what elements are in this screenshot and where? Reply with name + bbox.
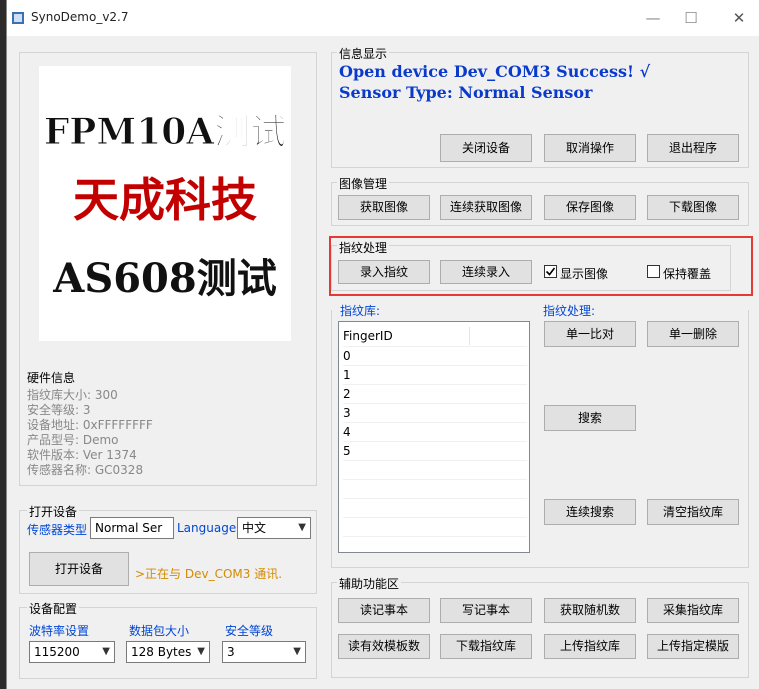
write-notepad-button[interactable]: 写记事本	[440, 598, 532, 623]
search-button[interactable]: 搜索	[544, 405, 636, 431]
list-item[interactable]: 1	[343, 366, 527, 385]
info-display-title: 信息显示	[337, 45, 390, 62]
get-image-button[interactable]: 获取图像	[338, 195, 430, 220]
language-label: Language	[177, 521, 237, 535]
chevron-down-icon: ▼	[197, 646, 205, 657]
aux-group	[331, 582, 749, 678]
continuous-get-image-button[interactable]: 连续获取图像	[440, 195, 532, 220]
download-library-button[interactable]: 下载指纹库	[440, 634, 532, 659]
baud-label: 波特率设置	[29, 624, 90, 638]
list-item[interactable]: 0	[343, 347, 527, 366]
download-image-button[interactable]: 下载图像	[647, 195, 739, 220]
list-item-empty	[343, 518, 527, 537]
hardware-title: 硬件信息	[27, 371, 76, 385]
security-select[interactable]: 3 ▼	[222, 641, 306, 663]
app-window: SynoDemo_v2.7 — ☐ ✕ FPM10A测试 天成科技 AS608测…	[6, 0, 759, 689]
device-config-title: 设备配置	[27, 600, 80, 617]
upload-template-button[interactable]: 上传指定模版	[647, 634, 739, 659]
logo-image: FPM10A测试 天成科技 AS608测试	[39, 66, 291, 341]
continuous-search-button[interactable]: 连续搜索	[544, 499, 636, 525]
save-image-button[interactable]: 保存图像	[544, 195, 636, 220]
get-random-button[interactable]: 获取随机数	[544, 598, 636, 623]
list-item[interactable]: 5	[343, 442, 527, 461]
logo-line2: 天成科技	[73, 173, 257, 227]
open-device-button[interactable]: 打开设备	[29, 552, 129, 586]
aux-title: 辅助功能区	[337, 575, 402, 592]
list-item-empty	[343, 499, 527, 518]
clear-library-button[interactable]: 清空指纹库	[647, 499, 739, 525]
list-item[interactable]: 2	[343, 385, 527, 404]
close-icon[interactable]: ✕	[729, 8, 749, 28]
image-mgmt-title: 图像管理	[337, 175, 390, 192]
logo-line1: FPM10A测试	[44, 111, 287, 153]
chevron-down-icon: ▼	[293, 646, 301, 657]
fp-library-list[interactable]: FingerID 0 1 2 3 4 5	[338, 321, 530, 553]
open-device-title: 打开设备	[27, 503, 80, 520]
window-title: SynoDemo_v2.7	[31, 10, 129, 24]
logo-line3: AS608测试	[52, 255, 276, 302]
list-item[interactable]: 3	[343, 404, 527, 423]
chevron-down-icon: ▼	[102, 646, 110, 657]
info-line-1: Open device Dev_COM3 Success! √	[339, 62, 651, 81]
read-notepad-button[interactable]: 读记事本	[338, 598, 430, 623]
app-icon	[12, 12, 24, 24]
single-compare-button[interactable]: 单一比对	[544, 321, 636, 347]
close-device-button[interactable]: 关闭设备	[440, 134, 532, 162]
connection-status: >正在与 Dev_COM3 通讯.	[135, 567, 283, 581]
title-bar: SynoDemo_v2.7 — ☐ ✕	[7, 0, 759, 36]
info-line-2: Sensor Type: Normal Sensor	[339, 83, 593, 102]
list-header: FingerID	[343, 325, 527, 347]
security-label: 安全等级	[225, 624, 274, 638]
list-item-empty	[343, 461, 527, 480]
baud-select[interactable]: 115200 ▼	[29, 641, 115, 663]
fp-ops-title: 指纹处理:	[543, 304, 596, 318]
upload-library-button[interactable]: 上传指纹库	[544, 634, 636, 659]
exit-program-button[interactable]: 退出程序	[647, 134, 739, 162]
chevron-down-icon: ▼	[298, 522, 306, 533]
hardware-line: 传感器名称: GC0328	[27, 463, 144, 477]
maximize-icon[interactable]: ☐	[681, 8, 701, 28]
highlight-box	[329, 236, 753, 296]
sensor-type-label: 传感器类型	[27, 523, 88, 537]
minimize-icon[interactable]: —	[643, 8, 663, 28]
list-item-empty	[343, 480, 527, 499]
fp-library-title: 指纹库:	[340, 304, 381, 318]
read-valid-templates-button[interactable]: 读有效模板数	[338, 634, 430, 659]
language-select[interactable]: 中文 ▼	[237, 517, 311, 539]
sensor-type-select[interactable]: Normal Ser	[90, 517, 174, 539]
capture-library-button[interactable]: 采集指纹库	[647, 598, 739, 623]
cancel-operation-button[interactable]: 取消操作	[544, 134, 636, 162]
single-delete-button[interactable]: 单一删除	[647, 321, 739, 347]
packet-select[interactable]: 128 Bytes ▼	[126, 641, 210, 663]
packet-label: 数据包大小	[129, 624, 190, 638]
list-item[interactable]: 4	[343, 423, 527, 442]
